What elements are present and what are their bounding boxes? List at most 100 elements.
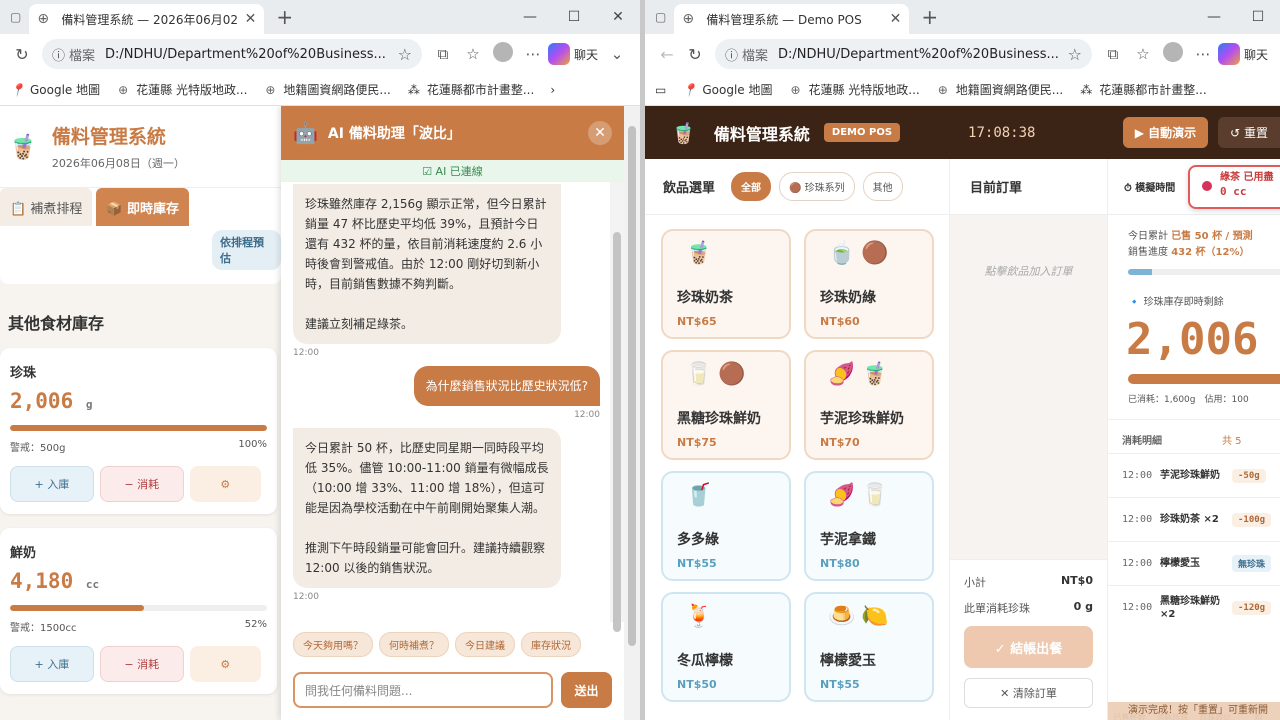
bookmark-item[interactable]: ⊕ 地籍圖資網路便民... (263, 81, 390, 98)
drink-card[interactable]: 🍵🟤 珍珠奶綠 NT$60 (804, 229, 934, 339)
bookmark-item[interactable]: 📍 Google 地圖 (682, 81, 772, 98)
drink-card[interactable]: 🍠🥛 芋泥拿鐵 NT$80 (804, 471, 934, 581)
info-icon[interactable]: ⓘ (725, 45, 738, 64)
scroll-thumb[interactable] (628, 126, 636, 646)
browser-tab[interactable]: ⊕ 備料管理系統 — Demo POS ✕ (674, 4, 910, 34)
quick-reply-chip[interactable]: 何時補煮？ (379, 632, 449, 657)
favorites-icon[interactable]: ☆ (1128, 45, 1158, 63)
bookmark-item[interactable]: ⊕ 花蓮縣 光特版地政... (788, 81, 919, 98)
tab-schedule[interactable]: 📋 補煮排程 (0, 188, 93, 226)
close-tab-icon[interactable]: ✕ (245, 11, 257, 27)
back-icon[interactable]: ← (653, 45, 681, 64)
bookmark-label: 花蓮縣都市計畫整... (1099, 83, 1207, 97)
checkout-button[interactable]: ✓ 結帳出餐 (964, 626, 1093, 668)
stock-pct: 52% (244, 619, 267, 630)
omnibox[interactable]: ⓘ 檔案 D:/NDHU/Department%20of%20Business.… (715, 39, 1092, 69)
consume-button[interactable]: − 消耗 (99, 646, 184, 682)
copilot-button[interactable]: 聊天 (547, 43, 598, 65)
chevron-down-icon[interactable]: ⌄ (602, 45, 632, 63)
bookmark-item[interactable]: ⊕ 地籍圖資網路便民... (936, 81, 1063, 98)
send-button[interactable]: 送出 (561, 672, 612, 708)
extensions-icon[interactable]: ⧉ (1098, 45, 1128, 63)
reload-icon[interactable]: ↻ (681, 45, 709, 64)
maximize-icon[interactable]: ☐ (552, 0, 596, 34)
bookmark-item[interactable]: ⊕ 花蓮縣 光特版地政... (116, 81, 247, 98)
pearl-use-value: 0 g (1073, 600, 1093, 613)
bookmark-item[interactable]: 📍 Google 地圖 (10, 81, 100, 98)
pearl-stock-value: 2,006 (1126, 314, 1259, 365)
drink-card[interactable]: 🍮🍋 檸檬愛玉 NT$55 (804, 592, 934, 702)
tab-bar: ▢ ⊕ 備料管理系統 — 2026年06月02日 ✕ + — ☐ ✕ (0, 0, 640, 34)
chat-scrollbar[interactable] (610, 182, 624, 632)
extensions-icon[interactable]: ⧉ (428, 45, 458, 63)
qty-unit: cc (85, 578, 100, 591)
stock-in-button[interactable]: + 入庫 (10, 466, 94, 502)
close-icon[interactable]: ✕ (588, 121, 612, 145)
chat-input[interactable]: 問我任何備料問題... (293, 672, 553, 708)
url-text[interactable]: D:/NDHU/Department%20of%20Business... (778, 47, 1068, 62)
tab-actions-icon[interactable]: ▢ (10, 10, 21, 24)
filter-all[interactable]: 全部 (731, 172, 772, 201)
profile-avatar[interactable] (1158, 42, 1188, 66)
demo-complete-banner: 演示完成！按「重置」可重新開 (1108, 702, 1280, 720)
drink-card[interactable]: 🥤 多多綠 NT$55 (661, 471, 791, 581)
close-tab-icon[interactable]: ✕ (890, 11, 902, 27)
omnibox[interactable]: ⓘ 檔案 D:/NDHU/Department%20of%20Business.… (42, 39, 422, 69)
map-pin-icon: 📍 (682, 82, 698, 97)
drink-name: 珍珠奶綠 (820, 290, 876, 306)
item-qty: 2,006 g (10, 389, 267, 413)
tab-inventory[interactable]: 📦 即時庫存 (96, 188, 190, 226)
maximize-icon[interactable]: ☐ (1236, 0, 1280, 34)
page-content: 🧋 備料管理系統 DEMO POS 17:08:38 ▶ 自動演示 ↺ 重置 飲… (645, 106, 1280, 720)
gear-icon[interactable]: ⚙ (189, 646, 262, 682)
profile-avatar[interactable] (488, 42, 518, 66)
more-icon[interactable]: ⋯ (518, 45, 548, 63)
chevron-right-icon[interactable]: › (550, 83, 555, 97)
tab-actions-icon[interactable]: ▢ (655, 10, 666, 24)
item-name: 鮮奶 (10, 546, 37, 561)
star-icon[interactable]: ☆ (1068, 45, 1082, 64)
window-controls: — ☐ (1192, 0, 1280, 34)
scroll-thumb[interactable] (613, 232, 621, 632)
more-icon[interactable]: ⋯ (1188, 45, 1218, 63)
reset-button[interactable]: ↺ 重置 (1218, 117, 1280, 148)
app-date: 2026年06月08日（週一） (51, 157, 185, 170)
reload-icon[interactable]: ↻ (8, 45, 36, 64)
drink-name: 黑糖珍珠鮮奶 (677, 411, 761, 427)
new-tab-button[interactable]: + (276, 5, 293, 29)
page-scrollbar[interactable] (624, 106, 640, 720)
auto-demo-button[interactable]: ▶ 自動演示 (1122, 117, 1209, 148)
minimize-icon[interactable]: — (1192, 0, 1236, 34)
drink-card[interactable]: 🍠🧋 芋泥珍珠鮮奶 NT$70 (804, 350, 934, 460)
drink-price: NT$50 (677, 678, 717, 691)
consume-button[interactable]: − 消耗 (99, 466, 184, 502)
toast-value: 0 cc (1220, 185, 1247, 198)
filter-other[interactable]: 其他 (862, 172, 903, 201)
gear-icon[interactable]: ⚙ (189, 466, 262, 502)
quick-reply-chip[interactable]: 今天夠用嗎？ (293, 632, 373, 657)
close-window-icon[interactable]: ✕ (596, 0, 640, 34)
clear-order-button[interactable]: ✕ 清除訂單 (964, 678, 1093, 708)
info-icon[interactable]: ⓘ (52, 45, 65, 64)
filter-pearl[interactable]: 🟤 珍珠系列 (779, 172, 855, 201)
minimize-icon[interactable]: — (508, 0, 552, 34)
browser-tab[interactable]: ⊕ 備料管理系統 — 2026年06月02日 ✕ (29, 4, 265, 34)
stock-in-button[interactable]: + 入庫 (10, 646, 94, 682)
quick-reply-chip[interactable]: 庫存狀況 (521, 632, 581, 657)
tab-search-icon[interactable]: ▭ (655, 83, 666, 97)
favorites-icon[interactable]: ☆ (458, 45, 488, 63)
star-icon[interactable]: ☆ (398, 45, 412, 64)
new-tab-button[interactable]: + (921, 5, 938, 29)
bookmark-item[interactable]: ⁂ 花蓮縣都市計畫整... (407, 81, 534, 98)
detail-item: 芋泥珍珠鮮奶 (1160, 470, 1220, 481)
drink-card[interactable]: 🧋 珍珠奶茶 NT$65 (661, 229, 791, 339)
copilot-button[interactable]: 聊天 (1217, 43, 1268, 65)
bookmark-item[interactable]: ⁂ 花蓮縣都市計畫整... (1079, 81, 1206, 98)
url-text[interactable]: D:/NDHU/Department%20of%20Business... (105, 47, 398, 62)
detail-item: 珍珠奶茶 ×2 (1160, 514, 1219, 525)
quick-reply-chip[interactable]: 今日建議 (455, 632, 515, 657)
robot-icon: 🤖 (293, 121, 318, 145)
drink-card[interactable]: 🥛🟤 黑糖珍珠鮮奶 NT$75 (661, 350, 791, 460)
drink-price: NT$65 (677, 315, 717, 328)
drink-card[interactable]: 🍹 冬瓜檸檬 NT$50 (661, 592, 791, 702)
